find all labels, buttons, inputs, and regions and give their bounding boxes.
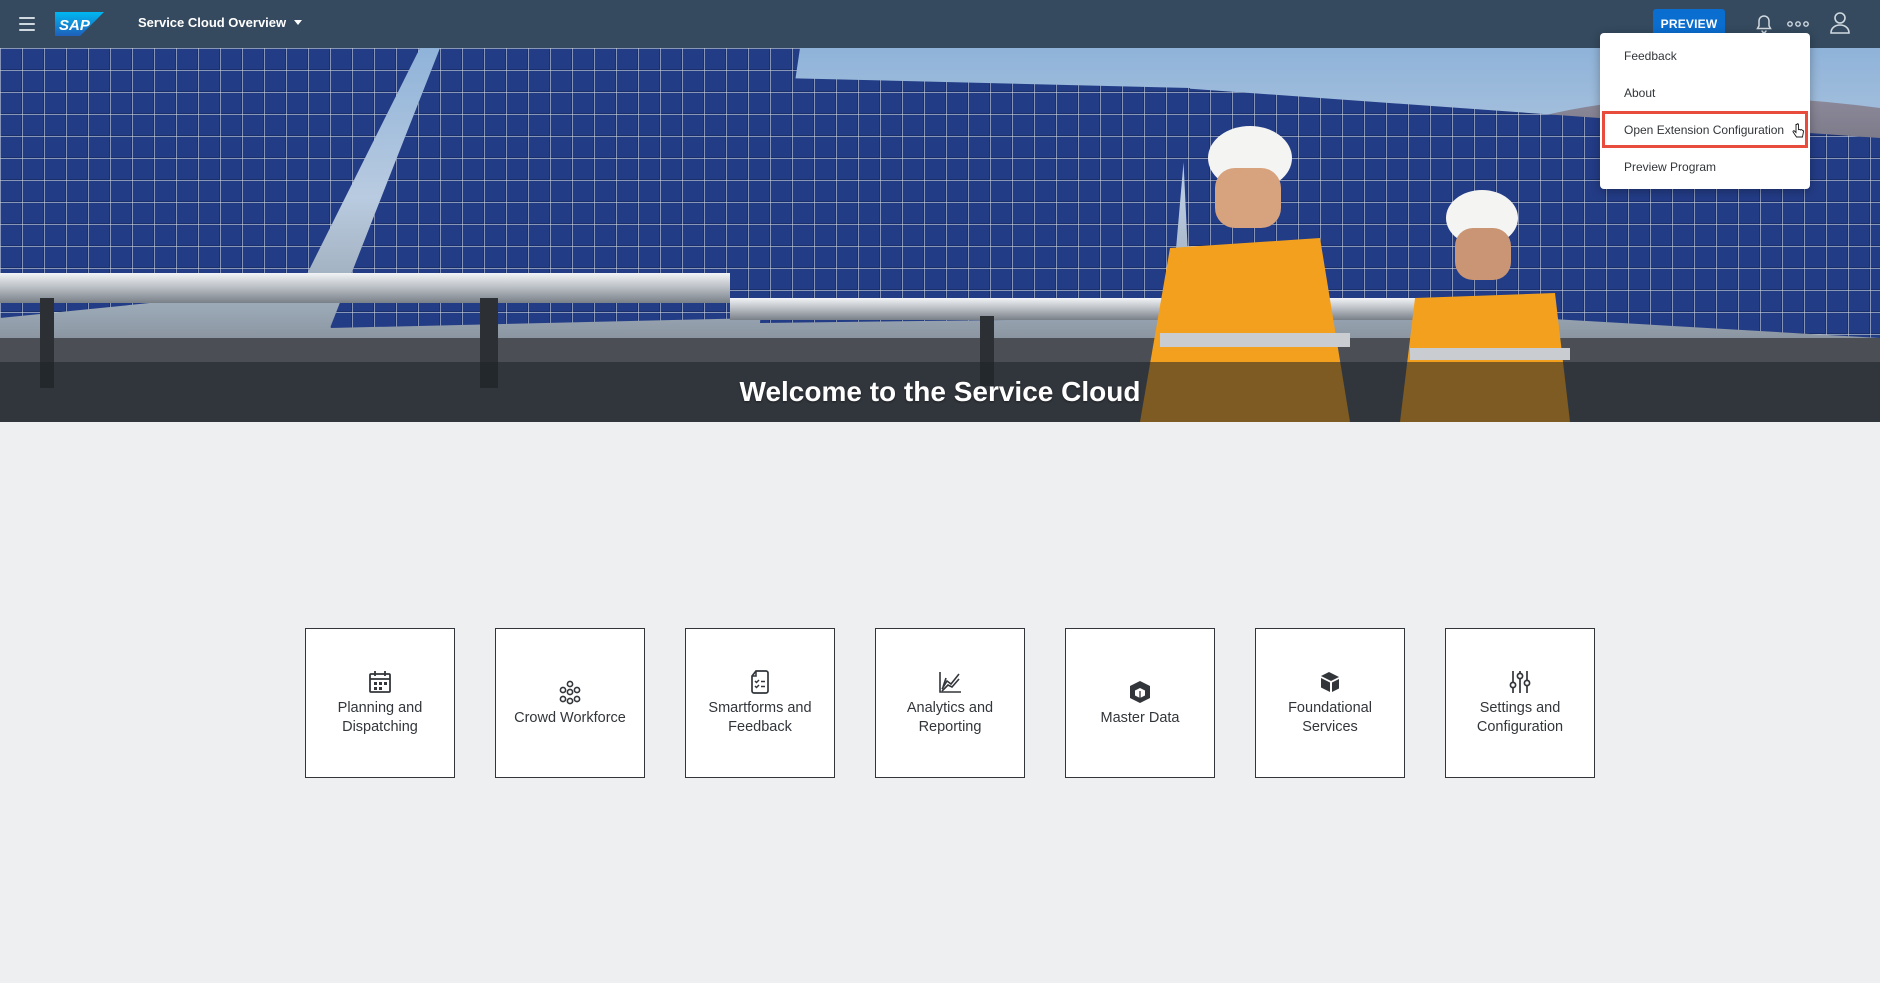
app-title-dropdown[interactable]: Service Cloud Overview — [138, 15, 303, 30]
hand-cursor-icon — [1792, 123, 1804, 142]
overflow-menu: Feedback About Open Extension Configurat… — [1600, 33, 1810, 189]
tile-label: Planning and Dispatching — [337, 700, 423, 735]
sap-logo[interactable]: SAP — [55, 12, 104, 36]
tile-master-data[interactable]: Master Data — [1065, 628, 1215, 778]
tile-planning-and-dispatching[interactable]: Planning and Dispatching — [305, 628, 455, 778]
hero-caption: Welcome to the Service Cloud — [0, 362, 1880, 422]
menu-item-label: Preview Program — [1624, 159, 1717, 174]
tile-label: Smartforms and Feedback — [708, 700, 812, 735]
tile-label: Master Data — [1100, 709, 1180, 726]
tile-label: Settings and Configuration — [1476, 700, 1564, 735]
menu-item-feedback[interactable]: Feedback — [1600, 37, 1810, 74]
area-chart-icon — [937, 669, 963, 695]
user-icon[interactable] — [1829, 11, 1851, 35]
more-icon[interactable] — [1787, 21, 1809, 27]
menu-item-label: Feedback — [1624, 48, 1677, 63]
tile-label: Foundational Services — [1288, 700, 1372, 735]
tile-label: Analytics and Reporting — [906, 700, 994, 735]
sliders-icon — [1507, 669, 1533, 695]
chevron-down-icon — [294, 20, 303, 25]
network-icon — [557, 679, 583, 705]
cube-icon — [1127, 679, 1153, 705]
calendar-icon — [367, 669, 393, 695]
hero-banner: Welcome to the Service Cloud — [0, 48, 1880, 422]
menu-item-label: Open Extension Configuration — [1624, 122, 1785, 137]
hero-title: Welcome to the Service Cloud — [739, 376, 1141, 407]
tile-settings-and-configuration[interactable]: Settings and Configuration — [1445, 628, 1595, 778]
svg-text:SAP: SAP — [59, 17, 91, 34]
tile-crowd-workforce[interactable]: Crowd Workforce — [495, 628, 645, 778]
menu-item-preview-program[interactable]: Preview Program — [1600, 148, 1810, 185]
menu-icon[interactable] — [14, 12, 40, 36]
app-title: Service Cloud Overview — [138, 15, 287, 30]
checklist-document-icon — [747, 669, 773, 695]
tile-label: Crowd Workforce — [514, 709, 626, 726]
menu-item-label: About — [1624, 85, 1656, 100]
menu-item-about[interactable]: About — [1600, 74, 1810, 111]
tile-analytics-and-reporting[interactable]: Analytics and Reporting — [875, 628, 1025, 778]
menu-item-open-extension-configuration[interactable]: Open Extension Configuration — [1602, 111, 1808, 148]
tile-container: Planning and Dispatching Crowd Workforce… — [305, 628, 1595, 778]
tile-foundational-services[interactable]: Foundational Services — [1255, 628, 1405, 778]
tile-smartforms-and-feedback[interactable]: Smartforms and Feedback — [685, 628, 835, 778]
layers-icon — [1317, 669, 1343, 695]
bell-icon[interactable] — [1755, 14, 1773, 34]
shell-bar: SAP Service Cloud Overview PREVIEW — [0, 0, 1880, 48]
